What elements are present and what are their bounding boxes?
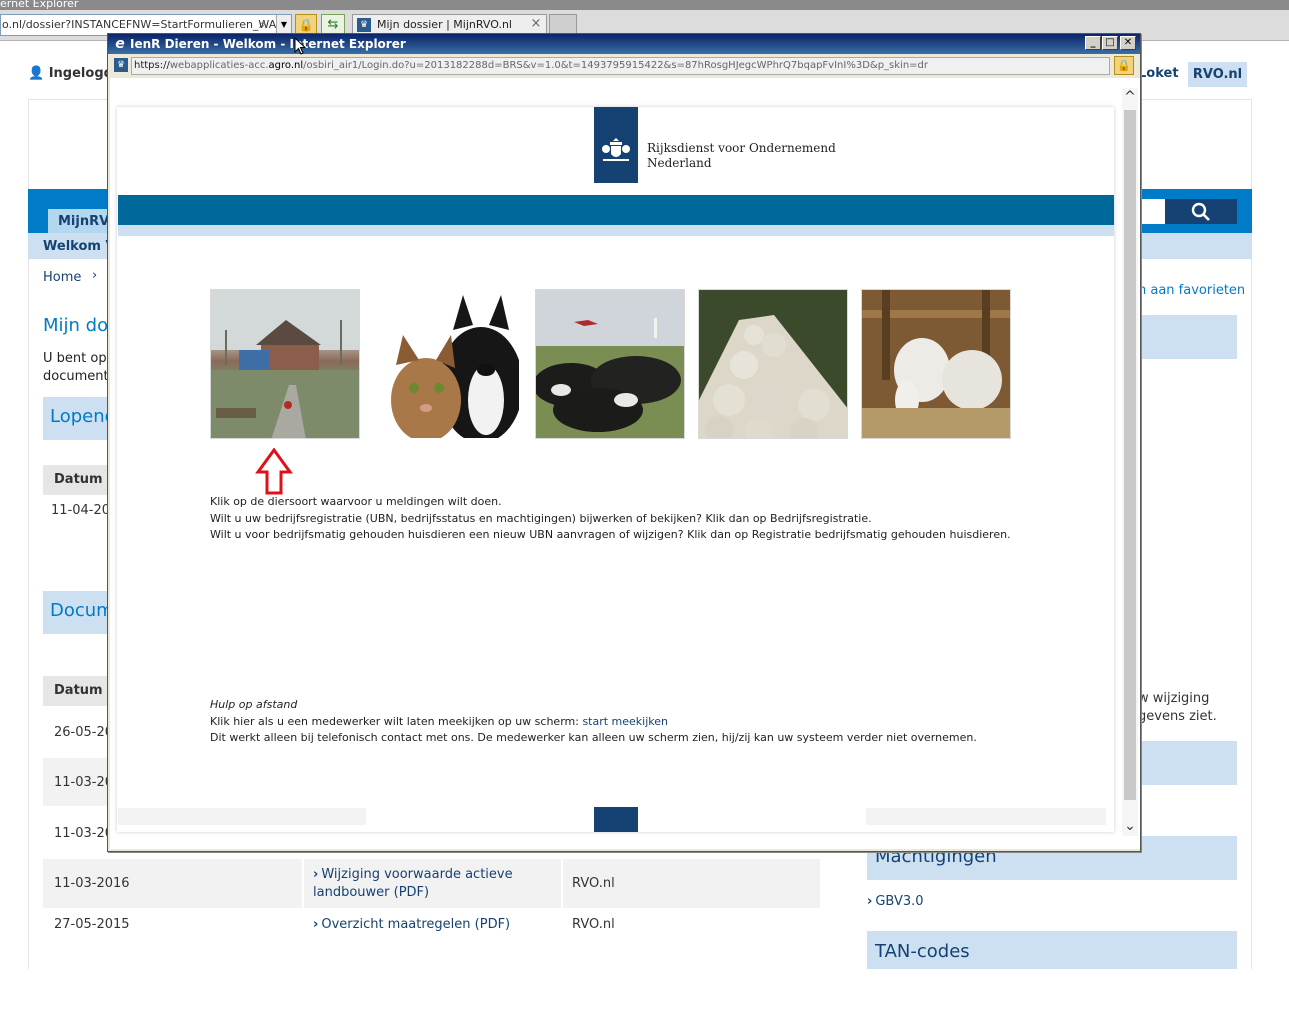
org-name-line1: Rijksdienst voor Ondernemend [647,141,836,155]
annotation-arrow-icon [255,448,293,495]
sheep-flock-photo-icon [699,290,847,438]
add-to-favorites-link[interactable]: n aan favorieten [1138,283,1245,298]
help-line: Dit werkt alleen bij telefonisch contact… [210,731,977,744]
documents-heading: Docum [50,600,114,621]
gbv-link[interactable]: › GBV3.0 [867,894,924,909]
scroll-down-icon[interactable]: ⌄ [1122,817,1138,835]
user-icon: 👤 [28,66,49,81]
help-line-text: Klik hier als u een medewerker wilt late… [210,715,583,728]
help-title: Hulp op afstand [210,698,298,711]
close-button[interactable]: ✕ [1120,36,1136,50]
loket-link[interactable]: Loket [1138,66,1179,81]
rvo-favicon-icon: ♛ [114,58,128,72]
instruction-line: Wilt u voor bedrijfsmatig gehouden huisd… [210,528,1011,541]
chevron-right-icon: › [867,894,873,909]
sidebar-panel [1138,741,1237,785]
coat-of-arms-icon [602,138,630,161]
footer-left-band [118,808,366,825]
welcome-text: Welkom V [43,239,116,254]
breadcrumb-home[interactable]: Home [43,270,81,285]
farm-photo-icon [211,290,359,438]
chevron-right-icon: › [313,867,319,882]
cat-and-dog-photo-icon [381,290,519,438]
site-search-input[interactable] [1140,199,1165,224]
minimize-button[interactable]: _ [1085,36,1101,50]
table-row-date: 11-03-2016 [54,876,130,891]
table-row-source: RVO.nl [572,917,615,932]
cows-photo-icon [536,290,684,438]
footer-logo-block [594,807,638,832]
magnifier-icon [1191,202,1210,221]
header-band [118,195,1114,225]
maximize-button[interactable]: □ [1102,36,1118,50]
animal-tile-goats-image[interactable] [861,289,1011,439]
start-meekijken-link[interactable]: start meekijken [582,715,668,728]
document-link[interactable]: › Wijziging voorwaarde actieve landbouwer… [313,866,553,902]
document-link[interactable]: › Overzicht maatregelen (PDF) [313,917,510,932]
sidebar-panel [1138,315,1237,359]
url-subdomain: webapplicaties-acc. [169,60,269,71]
table-row-date: 11-04-20 [51,503,111,518]
rvo-nl-button[interactable]: RVO.nl [1188,62,1247,87]
header-subband [118,225,1114,236]
animal-tile-farm-image[interactable] [210,289,360,439]
popup-title: IenR Dieren - Welkom - Internet Explorer [130,37,406,51]
animal-tile-sheep-image[interactable] [698,289,848,439]
help-line: Klik hier als u een medewerker wilt late… [210,715,668,728]
column-header-datum: Datum [54,472,103,487]
search-icon[interactable]: ⌕ [259,17,273,31]
table-row-date: 26-05-20 [54,725,114,740]
column-divider [302,859,304,908]
lock-icon[interactable]: 🔒 [1114,56,1134,75]
table-row-date: 11-03-20 [54,826,114,841]
table-row-date: 11-03-20 [54,775,114,790]
url-path: /osbiri_air1/Login.do?u=2013182288d=BRS&… [303,60,928,71]
table-row-source: RVO.nl [572,876,615,891]
instruction-line: Klik op de diersoort waarvoor u meldinge… [210,495,502,508]
table-row-date: 27-05-2015 [54,917,130,932]
site-search-button[interactable] [1165,199,1237,224]
column-header-datum: Datum [54,683,103,698]
sidebar-note: w wijziging [1138,691,1210,706]
breadcrumb-chevron-icon: › [92,268,98,283]
background-window-title: ernet Explorer [0,0,1289,10]
org-name-line2: Nederland [647,156,712,170]
column-divider [561,859,563,908]
ie-logo-icon: e [115,36,125,52]
tan-codes-heading: TAN-codes [875,941,970,962]
goats-photo-icon [862,290,1010,438]
animal-tile-cattle-image[interactable] [535,289,685,439]
scrollbar-thumb[interactable] [1124,110,1136,800]
chevron-right-icon: › [313,917,319,932]
intro-text-line1: U bent op [43,351,107,366]
scroll-up-icon[interactable]: ^ [1122,88,1138,106]
sidebar-note: gevens ziet. [1138,709,1217,724]
mouse-cursor-icon [294,37,306,55]
animal-tile-pets-image[interactable] [380,289,520,439]
intro-text-line2: documente [43,369,117,384]
tab-close-icon[interactable]: × [529,15,543,33]
logged-in-user[interactable]: 👤 Ingelogd [28,66,113,81]
rvo-favicon-icon: ♛ [357,18,371,32]
url-scheme: https:// [134,60,170,71]
url-host: agro.nl [268,60,304,71]
dropdown-arrow-icon[interactable]: ▼ [276,15,291,35]
instruction-line: Wilt u uw bedrijfsregistratie (UBN, bedr… [210,512,872,525]
popup-address-bar[interactable]: https://webapplicaties-acc.agro.nl/osbir… [131,57,1110,75]
rijkswapen-logo [594,107,638,183]
footer-right-band [866,808,1106,825]
